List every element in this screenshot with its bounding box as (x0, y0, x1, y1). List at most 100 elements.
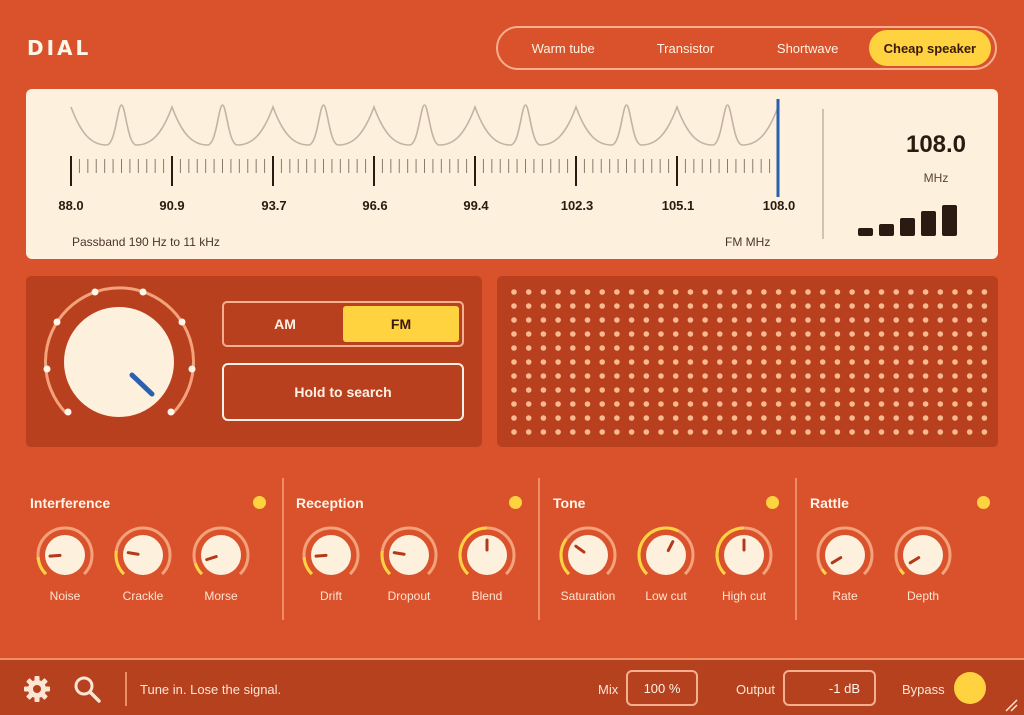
preset-warm-tube[interactable]: Warm tube (502, 30, 624, 66)
grille-dot (731, 289, 738, 295)
mix-value-field[interactable]: 100 % (626, 670, 698, 706)
grille-dot (761, 415, 767, 421)
grille-dot (908, 345, 914, 351)
grille-dot (790, 345, 797, 351)
mode-am-button[interactable]: AM (227, 306, 343, 342)
preset-cheap-speaker[interactable]: Cheap speaker (868, 30, 991, 66)
grille-dot (790, 415, 797, 421)
grille-dot (966, 331, 973, 337)
grille-dot (746, 373, 752, 379)
knob-rate[interactable] (814, 524, 876, 586)
grille-dot (922, 429, 929, 435)
mode-fm-button[interactable]: FM (343, 306, 459, 342)
grille-dot (893, 289, 899, 295)
grille-dot (511, 317, 517, 323)
grille-dot (775, 331, 782, 337)
grille-dot (937, 289, 944, 295)
grille-dot (672, 359, 679, 365)
grille-dot (658, 415, 664, 421)
grille-dot (864, 401, 870, 407)
tuning-knob[interactable] (26, 276, 206, 447)
grille-dot (570, 373, 576, 379)
preset-transistor[interactable]: Transistor (624, 30, 746, 66)
grille-dot (628, 401, 635, 407)
section-enable-led[interactable] (977, 496, 990, 509)
grille-dot (761, 317, 767, 323)
grille-dot (878, 429, 885, 435)
hold-to-search-button[interactable]: Hold to search (222, 363, 464, 421)
grille-dot (525, 303, 532, 309)
grille-dot (687, 303, 694, 309)
grille-dot (761, 429, 767, 435)
grille-dot (614, 387, 620, 393)
grille-dot (922, 387, 929, 393)
knob-graphic (816, 526, 874, 576)
grille-dot (981, 345, 988, 351)
grille-dot (790, 289, 797, 295)
grille-dot (702, 331, 708, 337)
grille-dot (893, 331, 899, 337)
knob-low-cut[interactable] (635, 524, 697, 586)
grille-dot (878, 401, 885, 407)
grille-dot (922, 331, 929, 337)
grille-dot (511, 303, 517, 309)
search-icon[interactable] (72, 674, 102, 709)
grille-dot (525, 401, 532, 407)
grille-dot (658, 345, 664, 351)
tuner-display[interactable]: 88.0 90.9 93.7 96.6 99.4 102.3 105.1 108… (26, 89, 998, 259)
grille-dot (570, 289, 576, 295)
bypass-toggle[interactable] (954, 672, 986, 704)
grille-dot (658, 359, 664, 365)
grille-dot (687, 429, 694, 435)
frequency-readout: 108.0 (905, 131, 967, 158)
resize-handle-icon[interactable] (1004, 698, 1018, 715)
knob-label: Crackle (122, 589, 164, 603)
grille-dot (775, 373, 782, 379)
grille-dot (525, 345, 532, 351)
tuner-scale[interactable] (26, 89, 998, 259)
knob-morse[interactable] (190, 524, 252, 586)
section-divider (795, 478, 797, 620)
grille-dot (525, 387, 532, 393)
grille-dot (614, 345, 620, 351)
knob-saturation[interactable] (557, 524, 619, 586)
grille-dot (981, 429, 988, 435)
grille-dot (819, 373, 826, 379)
grille-dot (746, 331, 752, 337)
grille-dot (805, 373, 811, 379)
knob-noise[interactable] (34, 524, 96, 586)
section-title: Reception (296, 495, 364, 511)
grille-dot (775, 429, 782, 435)
grille-dot (643, 303, 650, 309)
grille-dot (805, 401, 811, 407)
preset-selector: Warm tube Transistor Shortwave Cheap spe… (496, 26, 997, 70)
knob-label: Morse (204, 589, 238, 603)
knob-depth[interactable] (892, 524, 954, 586)
grille-dot (864, 303, 870, 309)
preset-shortwave[interactable]: Shortwave (747, 30, 869, 66)
knob-dropout[interactable] (378, 524, 440, 586)
grille-dot (525, 317, 532, 323)
grille-dot (658, 331, 664, 337)
section-title: Interference (30, 495, 111, 511)
grille-dot (805, 359, 811, 365)
grille-dot (540, 401, 547, 407)
section-enable-led[interactable] (509, 496, 522, 509)
grille-dot (687, 373, 694, 379)
grille-dot (717, 373, 723, 379)
grille-dot (672, 289, 679, 295)
section-enable-led[interactable] (253, 496, 266, 509)
output-value-field[interactable]: -1 dB (783, 670, 876, 706)
gear-icon[interactable] (22, 674, 52, 709)
knob-crackle[interactable] (112, 524, 174, 586)
section-tone: Tone Saturation Low cut High cut (553, 478, 789, 620)
grille-dot (628, 415, 635, 421)
section-enable-led[interactable] (766, 496, 779, 509)
knob-blend[interactable] (456, 524, 518, 586)
knob-high-cut[interactable] (713, 524, 775, 586)
grille-dot (731, 303, 738, 309)
grille-dot (834, 317, 841, 323)
knob-drift[interactable] (300, 524, 362, 586)
grille-dot (878, 317, 885, 323)
speaker-grille (497, 276, 998, 447)
